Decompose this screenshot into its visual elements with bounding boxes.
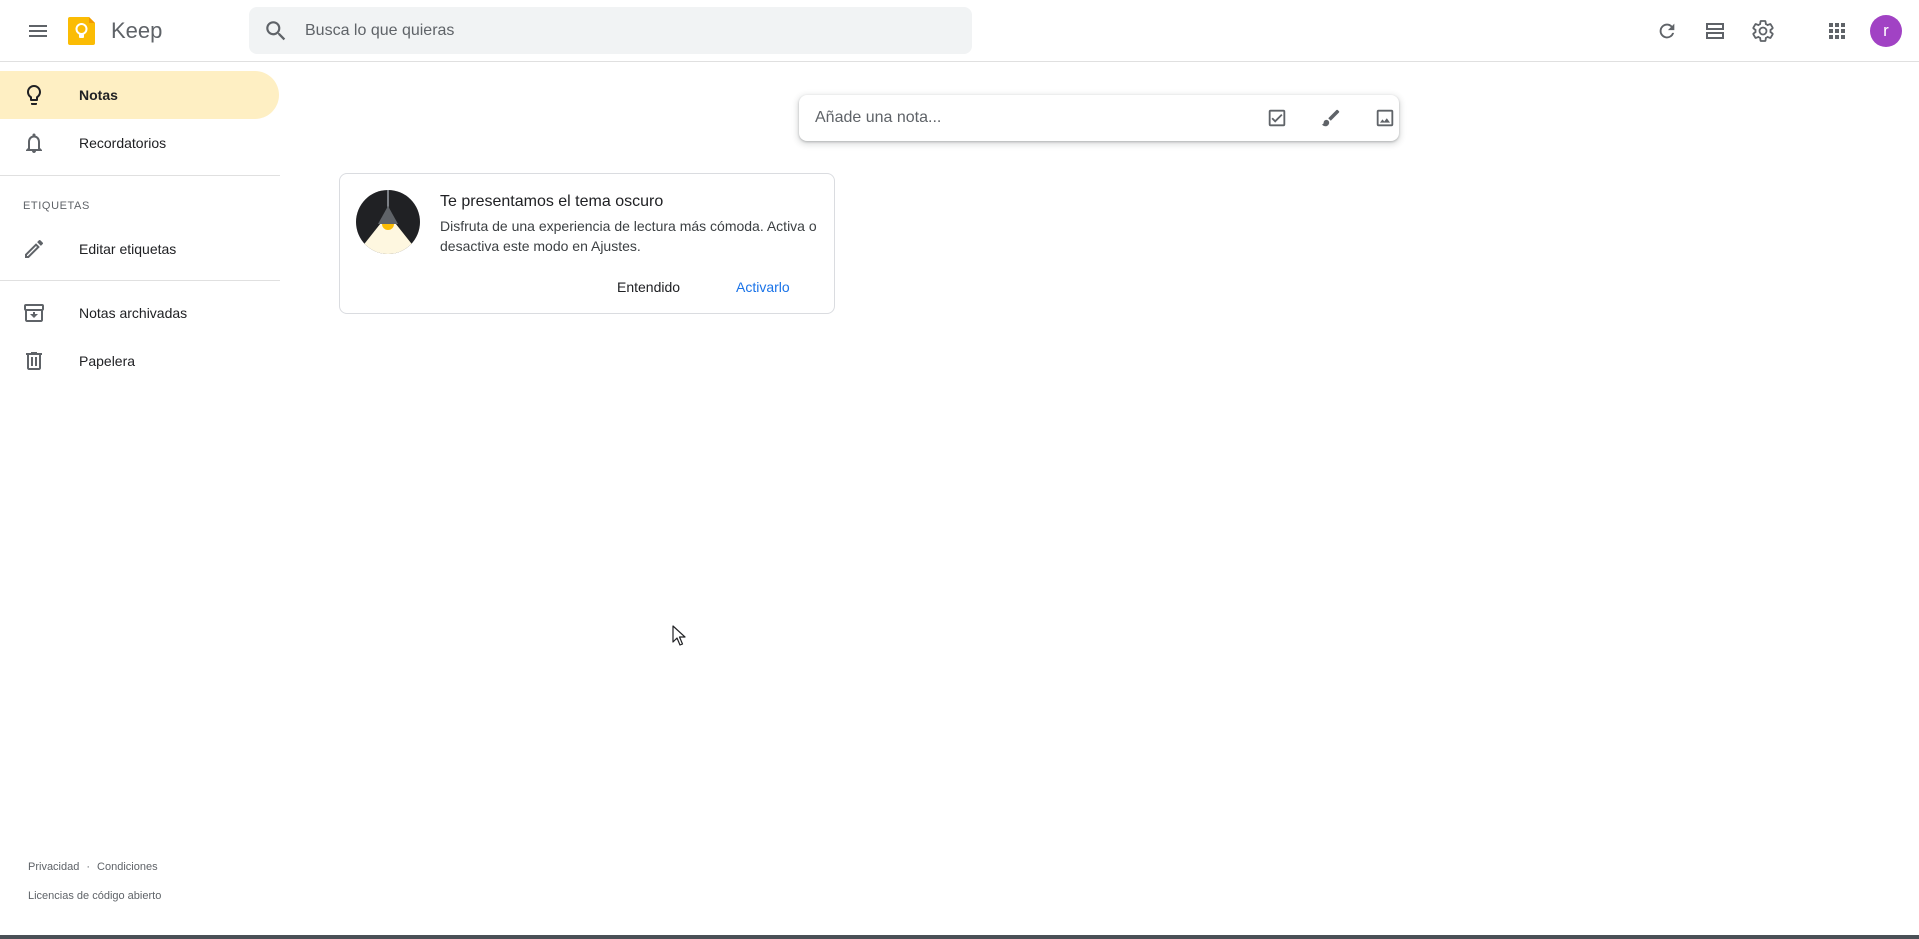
footer-separator: · — [86, 861, 91, 873]
new-image-note-button[interactable] — [1363, 96, 1407, 140]
note-composer[interactable] — [799, 95, 1399, 141]
privacy-link[interactable]: Privacidad — [28, 861, 79, 873]
list-view-icon — [1706, 23, 1724, 39]
refresh-button[interactable] — [1643, 7, 1691, 55]
apps-grid-icon — [1829, 23, 1845, 39]
app-title[interactable]: Keep — [111, 16, 162, 46]
top-bar: Keep r — [0, 0, 1919, 62]
promo-body: Disfruta de una experiencia de lectura m… — [440, 218, 817, 254]
gear-icon — [1752, 20, 1774, 42]
sidebar: Notas Recordatorios ETIQUETAS Editar eti… — [0, 63, 280, 939]
brush-icon — [1321, 109, 1340, 127]
lightbulb-icon — [27, 85, 41, 105]
new-note-input[interactable] — [815, 95, 1215, 141]
sidebar-item-label: Notas — [79, 87, 118, 103]
archive-icon — [24, 304, 44, 322]
labels-section-title: ETIQUETAS — [23, 200, 90, 212]
keep-logo[interactable] — [66, 15, 98, 47]
taskbar-edge — [0, 935, 1919, 939]
checkbox-icon — [1268, 109, 1286, 127]
sidebar-item-label: Editar etiquetas — [79, 241, 177, 257]
mouse-cursor-icon — [672, 625, 686, 646]
sidebar-item-label: Notas archivadas — [79, 305, 188, 321]
menu-icon — [29, 25, 47, 37]
avatar[interactable]: r — [1870, 15, 1902, 47]
list-view-button[interactable] — [1691, 7, 1739, 55]
search-icon — [266, 21, 286, 41]
promo-title: Te presentamos el tema oscuro — [440, 193, 664, 210]
activate-dark-theme-button[interactable]: Activarlo — [728, 272, 798, 302]
bell-icon — [26, 133, 42, 153]
sidebar-item-notas-archivadas[interactable]: Notas archivadas — [0, 289, 279, 337]
sidebar-divider — [0, 175, 280, 176]
terms-link[interactable]: Condiciones — [97, 861, 158, 873]
sidebar-divider — [0, 280, 280, 281]
new-drawing-button[interactable] — [1309, 96, 1353, 140]
sidebar-item-notas[interactable]: Notas — [0, 71, 279, 119]
dismiss-button[interactable]: Entendido — [609, 272, 688, 302]
sidebar-item-papelera[interactable]: Papelera — [0, 337, 279, 385]
sidebar-item-recordatorios[interactable]: Recordatorios — [0, 119, 279, 167]
lamp-illustration-icon — [356, 190, 420, 254]
pencil-icon — [25, 239, 44, 258]
dark-theme-promo-card: Te presentamos el tema oscuro Disfruta d… — [339, 173, 835, 314]
trash-icon — [26, 352, 42, 370]
sidebar-footer-links: Privacidad · Condiciones — [28, 861, 158, 873]
new-list-button[interactable] — [1255, 96, 1299, 140]
settings-button[interactable] — [1739, 7, 1787, 55]
main-menu-button[interactable] — [14, 7, 62, 55]
sidebar-item-editar-etiquetas[interactable]: Editar etiquetas — [0, 225, 279, 273]
google-apps-button[interactable] — [1813, 7, 1861, 55]
image-icon — [1376, 109, 1394, 127]
search-input[interactable] — [305, 7, 945, 54]
keep-logo-icon — [68, 17, 95, 45]
sidebar-item-label: Recordatorios — [79, 135, 167, 151]
search-button[interactable] — [263, 18, 289, 44]
open-source-licenses-link[interactable]: Licencias de código abierto — [28, 890, 161, 902]
sidebar-item-label: Papelera — [79, 353, 136, 369]
search-bar[interactable] — [249, 7, 972, 54]
refresh-icon — [1659, 23, 1675, 39]
